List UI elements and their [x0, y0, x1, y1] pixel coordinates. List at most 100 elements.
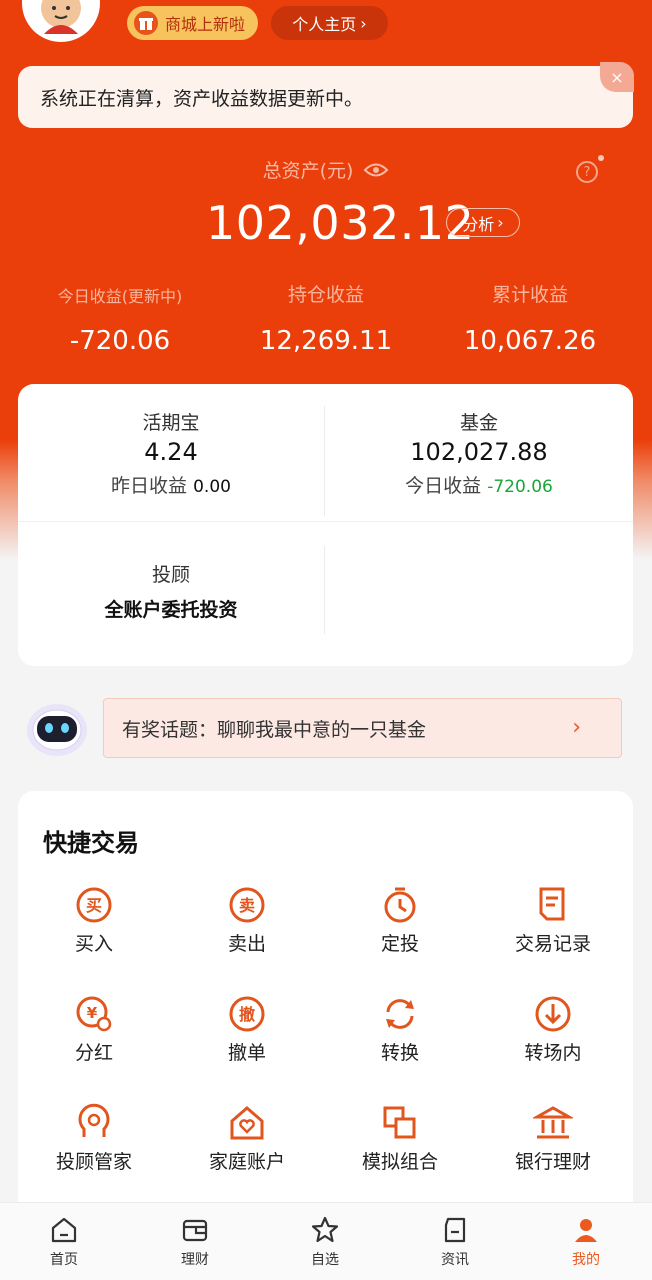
personal-homepage-label: 个人主页 [292, 15, 357, 34]
cumulative-earnings-value: 10,067.26 [463, 326, 597, 356]
divider [324, 546, 325, 634]
advisor-cell[interactable]: 投顾 全账户委托投资 [18, 522, 324, 652]
eye-icon[interactable] [363, 161, 389, 179]
timer-icon [384, 887, 416, 923]
analyze-label: 分析 [462, 214, 495, 234]
news-icon [444, 1217, 466, 1243]
tab-wealth[interactable]: 理财 [155, 1215, 235, 1269]
quick-item-label: 买入 [74, 933, 113, 955]
cancel-order-icon: 撤 [229, 996, 265, 1032]
personal-homepage-button[interactable]: 个人主页 › [271, 6, 388, 40]
quick-item-auto-invest[interactable]: 定投 [324, 885, 476, 956]
analyze-button[interactable]: 分析 › [446, 208, 520, 237]
quick-trade-title: 快捷交易 [43, 829, 139, 857]
quick-item-cancel-order[interactable]: 撤 撤单 [171, 994, 323, 1065]
buy-icon: 买 [76, 887, 112, 923]
advisor-butler-icon [78, 1103, 110, 1137]
quick-item-bank-wealth[interactable]: 银行理财 [477, 1103, 629, 1174]
mall-new-badge[interactable]: 商城上新啦 [127, 6, 258, 40]
quick-item-label: 撤单 [227, 1042, 266, 1064]
cumulative-earnings-label: 累计收益 [491, 284, 568, 306]
assets-card: 活期宝 4.24 昨日收益 0.00 基金 102,027.88 今日收益 -7… [18, 384, 633, 666]
quick-item-label: 卖出 [227, 933, 266, 955]
fund-today-row: 今日收益 -720.06 [325, 471, 633, 498]
quick-item-label: 模拟组合 [361, 1151, 438, 1173]
quick-item-label: 银行理财 [514, 1151, 591, 1173]
tab-home[interactable]: 首页 [24, 1215, 104, 1269]
wallet-icon [182, 1219, 208, 1242]
dividend-icon: ¥ [76, 996, 112, 1032]
convert-icon [386, 999, 414, 1029]
advisor-title: 投顾 [151, 564, 190, 586]
simulated-portfolio-icon [383, 1106, 416, 1139]
huoqibao-title: 活期宝 [142, 412, 200, 434]
quick-item-label: 投顾管家 [55, 1151, 132, 1173]
fund-cell[interactable]: 基金 102,027.88 今日收益 -720.06 [325, 384, 633, 521]
chevron-right-icon: › [360, 13, 367, 33]
quick-item-family-account[interactable]: 家庭账户 [171, 1103, 323, 1174]
svg-text:卖: 卖 [239, 896, 255, 915]
today-earnings-value: -720.06 [69, 326, 171, 356]
quick-item-label: 转场内 [524, 1042, 582, 1064]
gift-icon [134, 11, 158, 35]
mall-label: 商城上新啦 [165, 15, 246, 34]
yesterday-earnings-label: 昨日收益 [111, 475, 188, 497]
quick-item-label: 家庭账户 [208, 1151, 285, 1173]
huoqibao-cell[interactable]: 活期宝 4.24 昨日收益 0.00 [18, 384, 324, 521]
profile-icon [575, 1219, 597, 1242]
tab-label: 理财 [181, 1252, 209, 1268]
quick-item-label: 分红 [74, 1042, 113, 1064]
bottom-tab-bar: 首页 理财 自选 资讯 我的 [0, 1202, 652, 1280]
today-earnings-label: 今日收益(更新中) [57, 287, 183, 306]
svg-text:买: 买 [86, 896, 102, 915]
quick-item-label: 转换 [380, 1042, 419, 1064]
tab-label: 首页 [50, 1252, 78, 1268]
record-icon [539, 887, 565, 921]
quick-item-label: 交易记录 [514, 933, 591, 955]
quick-trade-card: 快捷交易 买 买入 卖 卖出 定投 交易记录 ¥ 分红 撤 撤单 转换 转场内 … [18, 791, 633, 1221]
holding-earnings-value: 12,269.11 [259, 326, 393, 356]
quick-item-transfer-in[interactable]: 转场内 [477, 994, 629, 1065]
huoqibao-value: 4.24 [144, 438, 198, 466]
today-earnings-label: 今日收益 [405, 475, 482, 497]
quick-item-advisor-butler[interactable]: 投顾管家 [18, 1103, 170, 1174]
svg-text:¥: ¥ [87, 1004, 98, 1022]
help-icon[interactable]: ? [576, 161, 598, 183]
quick-item-sell[interactable]: 卖 卖出 [171, 885, 323, 956]
reward-topic-banner[interactable]: 有奖话题：聊聊我最中意的一只基金 › [103, 698, 622, 758]
quick-item-simulated-portfolio[interactable]: 模拟组合 [324, 1103, 476, 1174]
family-account-icon [230, 1106, 264, 1140]
quick-item-buy[interactable]: 买 买入 [18, 885, 170, 956]
yesterday-earnings-value: 0.00 [193, 477, 231, 497]
quick-item-convert[interactable]: 转换 [324, 994, 476, 1065]
star-icon [311, 1216, 339, 1243]
quick-item-label: 定投 [380, 933, 419, 955]
tab-label: 自选 [311, 1252, 339, 1268]
tab-label: 资讯 [441, 1252, 469, 1268]
tab-news[interactable]: 资讯 [415, 1215, 495, 1269]
topic-text: 有奖话题：聊聊我最中意的一只基金 [122, 718, 427, 741]
assistant-robot-icon[interactable] [24, 698, 90, 760]
tab-watchlist[interactable]: 自选 [285, 1215, 365, 1269]
close-icon[interactable]: × [600, 62, 634, 92]
today-earnings-value: -720.06 [487, 477, 553, 497]
total-assets-value: 102,032.12 [206, 196, 475, 250]
huoqibao-yesterday-row: 昨日收益 0.00 [18, 471, 324, 498]
bank-icon [533, 1106, 573, 1139]
total-assets-label: 总资产(元) [262, 160, 354, 182]
fund-value: 102,027.88 [410, 438, 548, 466]
chevron-right-icon: › [497, 213, 504, 232]
home-icon [51, 1217, 77, 1243]
notification-dot [598, 155, 604, 161]
quick-item-trade-records[interactable]: 交易记录 [477, 885, 629, 956]
transfer-in-icon [535, 996, 571, 1032]
tab-label: 我的 [572, 1252, 600, 1268]
quick-item-dividend[interactable]: ¥ 分红 [18, 994, 170, 1065]
chevron-right-icon: › [572, 715, 581, 740]
notice-text: 系统正在清算，资产收益数据更新中。 [40, 87, 364, 110]
tab-mine[interactable]: 我的 [546, 1215, 626, 1269]
fund-title: 基金 [459, 412, 498, 434]
svg-text:撤: 撤 [239, 1005, 255, 1024]
clearing-notice: 系统正在清算，资产收益数据更新中。 [18, 66, 633, 128]
advisor-value: 全账户委托投资 [104, 599, 238, 621]
